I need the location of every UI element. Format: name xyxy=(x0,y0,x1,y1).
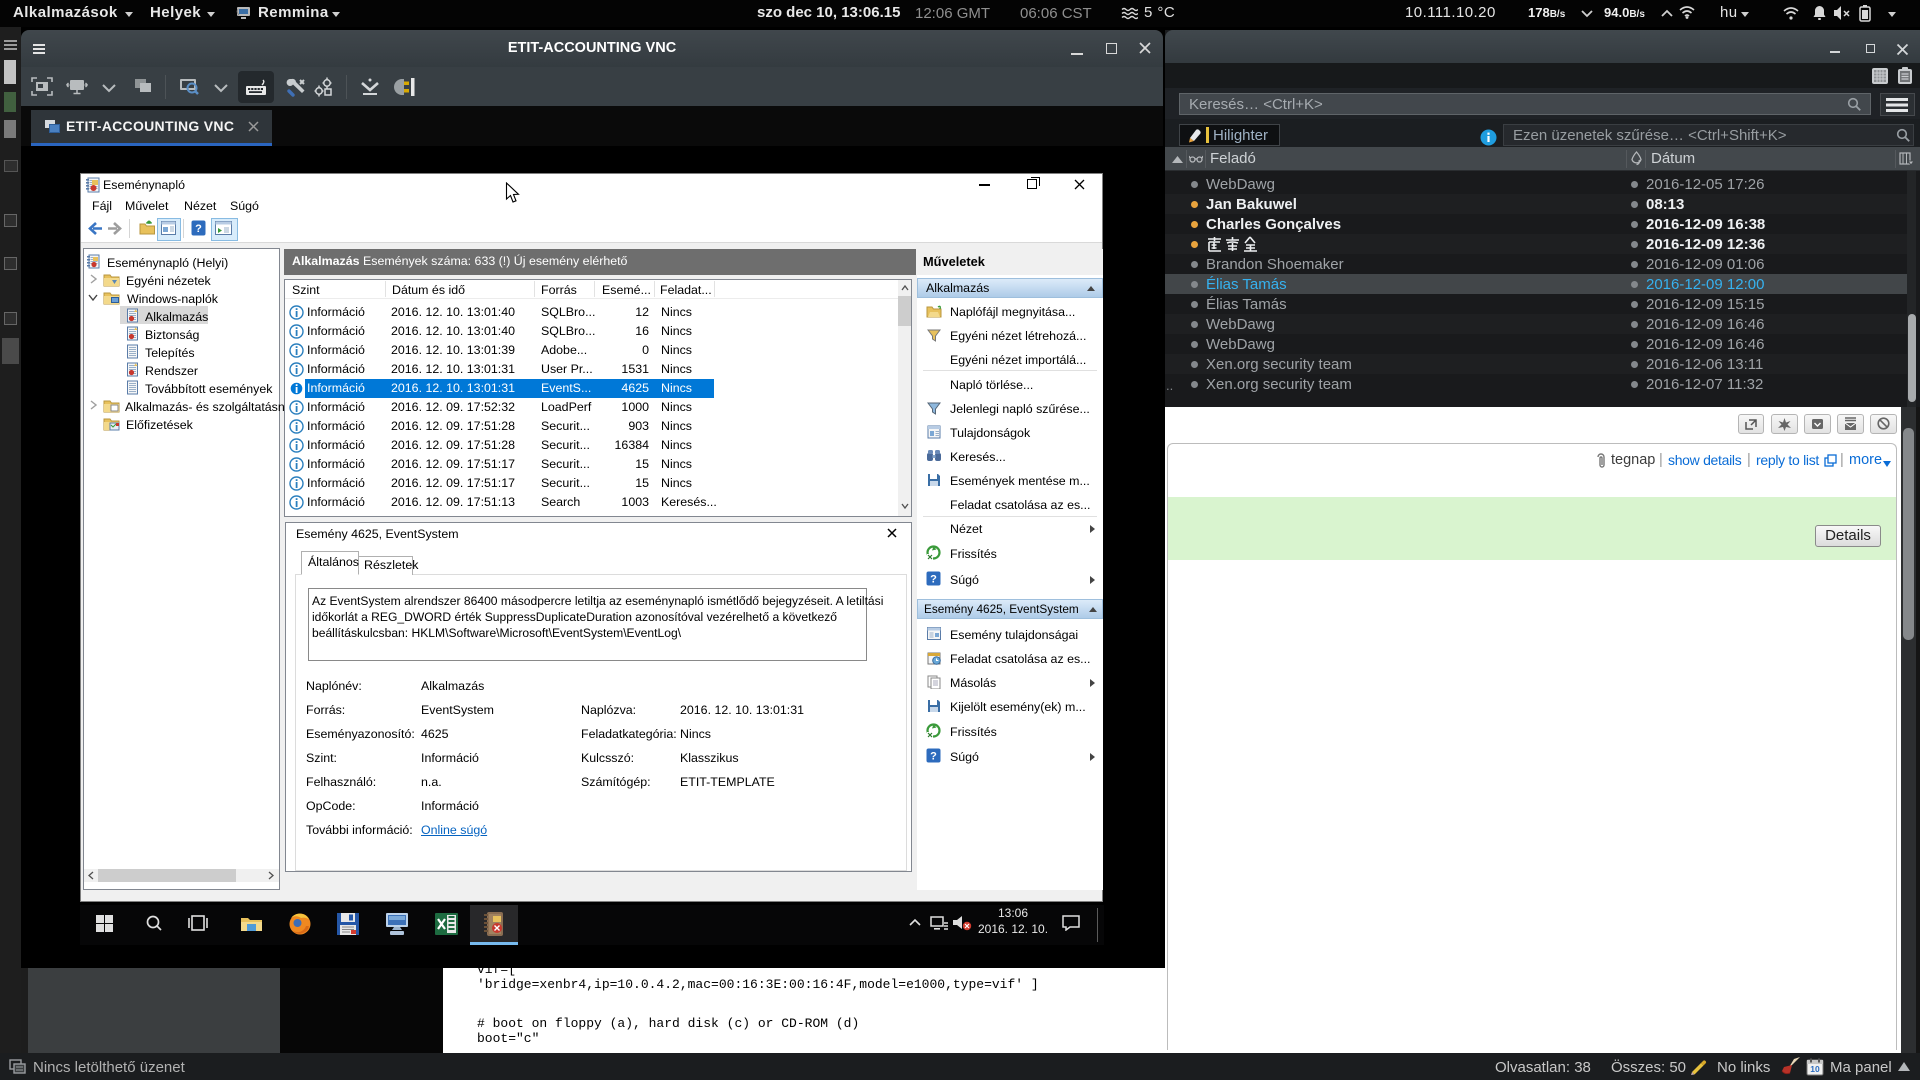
svg-text:?: ? xyxy=(195,223,202,235)
svg-text:?: ? xyxy=(930,574,937,586)
svg-text:10: 10 xyxy=(1810,1064,1820,1074)
svg-text:?: ? xyxy=(930,751,937,763)
